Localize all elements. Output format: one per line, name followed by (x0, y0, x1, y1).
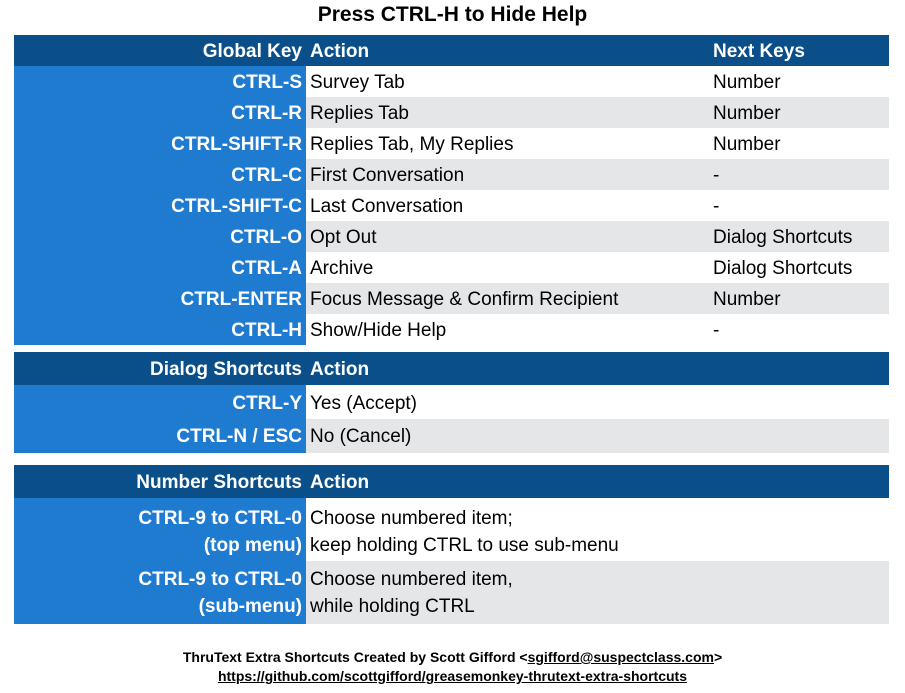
shortcut-action: Last Conversation (310, 196, 464, 217)
shortcut-key: CTRL-O (14, 221, 306, 252)
shortcut-action: Choose numbered item; keep holding CTRL … (310, 508, 619, 556)
shortcut-key: CTRL-9 to CTRL-0 (top menu) (14, 498, 306, 561)
dialog-shortcuts-col-header: Dialog Shortcuts (149, 359, 302, 380)
email-link[interactable]: sgifford@suspectclass.com (528, 649, 714, 665)
shortcut-action: Replies Tab, My Replies (310, 134, 514, 155)
table-row: CTRL-H Show/Hide Help - (14, 314, 889, 345)
action-col-header: Action (310, 472, 370, 493)
global-keys-header: Global Key Action Next Keys (14, 35, 889, 66)
shortcut-action: Opt Out (306, 221, 713, 252)
global-key-col-header: Global Key (202, 41, 302, 62)
shortcut-next: Dialog Shortcuts (713, 258, 853, 279)
shortcut-next: Number (713, 72, 781, 93)
shortcut-key: CTRL-9 to CTRL-0 (sub-menu) (14, 561, 306, 624)
table-row: CTRL-N / ESC No (Cancel) (14, 419, 889, 453)
github-link[interactable]: https://github.com/scottgifford/greasemo… (218, 668, 687, 684)
shortcut-action: First Conversation (306, 159, 713, 190)
shortcut-action: Survey Tab (310, 72, 405, 93)
table-row: CTRL-S Survey Tab Number (14, 66, 889, 97)
shortcut-next: - (713, 159, 889, 190)
shortcut-next: - (713, 196, 720, 217)
table-row: CTRL-O Opt Out Dialog Shortcuts (14, 221, 889, 252)
url-line: https://github.com/scottgifford/greasemo… (0, 667, 905, 686)
shortcut-key: CTRL-SHIFT-C (14, 190, 306, 221)
shortcut-next: Number (713, 97, 889, 128)
credit-end: > (713, 649, 723, 665)
shortcut-action: Show/Hide Help (310, 320, 447, 341)
shortcut-key: CTRL-A (14, 252, 306, 283)
shortcut-key: CTRL-S (14, 66, 306, 97)
table-row: CTRL-9 to CTRL-0 (sub-menu) Choose numbe… (14, 561, 889, 624)
global-keys-table: Global Key Action Next Keys CTRL-S Surve… (14, 35, 889, 345)
shortcut-next: Number (713, 283, 889, 314)
shortcut-key: CTRL-R (14, 97, 306, 128)
shortcut-key: CTRL-Y (14, 385, 306, 419)
shortcut-action: Yes (Accept) (310, 393, 418, 414)
table-row: CTRL-R Replies Tab Number (14, 97, 889, 128)
shortcut-action: Replies Tab (306, 97, 713, 128)
credit-text: ThruText Extra Shortcuts Created by Scot… (182, 649, 528, 665)
shortcut-action: Choose numbered item, while holding CTRL (306, 561, 889, 624)
number-shortcuts-col-header: Number Shortcuts (136, 472, 302, 493)
shortcut-action: Focus Message & Confirm Recipient (306, 283, 713, 314)
shortcut-key: CTRL-N / ESC (14, 419, 306, 453)
table-row: CTRL-C First Conversation - (14, 159, 889, 190)
table-row: CTRL-Y Yes (Accept) (14, 385, 889, 419)
table-row: CTRL-SHIFT-R Replies Tab, My Replies Num… (14, 128, 889, 159)
next-keys-col-header: Next Keys (713, 41, 805, 62)
shortcut-action: Archive (310, 258, 374, 279)
shortcut-key: CTRL-SHIFT-R (14, 128, 306, 159)
footer: ThruText Extra Shortcuts Created by Scot… (0, 648, 905, 686)
shortcut-key: CTRL-C (14, 159, 306, 190)
number-shortcuts-table: Number Shortcuts Action CTRL-9 to CTRL-0… (14, 465, 889, 624)
dialog-shortcuts-header: Dialog Shortcuts Action (14, 352, 889, 385)
table-row: CTRL-9 to CTRL-0 (top menu) Choose numbe… (14, 498, 889, 561)
shortcut-next: Number (713, 134, 781, 155)
shortcut-next: - (713, 320, 720, 341)
action-col-header: Action (310, 359, 370, 380)
shortcut-next: Dialog Shortcuts (713, 221, 889, 252)
shortcut-key: CTRL-H (14, 314, 306, 345)
table-row: CTRL-SHIFT-C Last Conversation - (14, 190, 889, 221)
help-title: Press CTRL-H to Hide Help (317, 3, 588, 26)
table-row: CTRL-A Archive Dialog Shortcuts (14, 252, 889, 283)
action-col-header: Action (310, 41, 370, 62)
number-shortcuts-header: Number Shortcuts Action (14, 465, 889, 498)
shortcut-key: CTRL-ENTER (14, 283, 306, 314)
shortcut-action: No (Cancel) (306, 419, 889, 453)
dialog-shortcuts-table: Dialog Shortcuts Action CTRL-Y Yes (Acce… (14, 352, 889, 453)
credit-line: ThruText Extra Shortcuts Created by Scot… (0, 648, 905, 667)
table-row: CTRL-ENTER Focus Message & Confirm Recip… (14, 283, 889, 314)
